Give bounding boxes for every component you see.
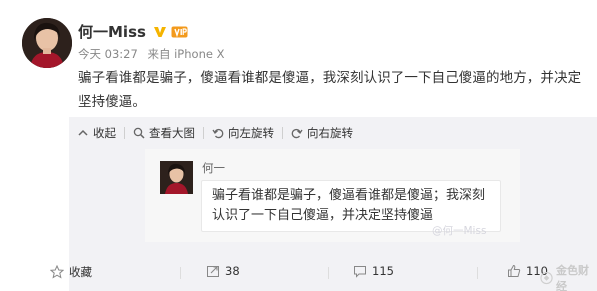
- vip-badge-icon[interactable]: [171, 25, 188, 39]
- post-time[interactable]: 今天 03:27: [78, 47, 138, 61]
- repost-icon: [207, 266, 219, 277]
- divider: [328, 267, 329, 279]
- repost-count: 38: [225, 264, 240, 278]
- post-source: 来自 iPhone X: [147, 47, 225, 61]
- divider: [282, 127, 283, 139]
- star-icon: [50, 265, 64, 279]
- brand-logo-icon: [540, 271, 553, 285]
- view-large-button[interactable]: 查看大图: [133, 125, 195, 141]
- thumbs-up-icon: [508, 264, 521, 277]
- post-text: 骗子看谁都是骗子，傻逼看谁都是傻逼，我深刻认识了一下自己傻逼的地方，并决定坚持傻…: [78, 70, 582, 110]
- collapse-label: 收起: [93, 126, 116, 140]
- post-meta: 今天 03:27 来自 iPhone X: [78, 46, 230, 62]
- media-toolbar: 收起 查看大图 向左旋转 向右旋转: [77, 125, 353, 141]
- divider: [477, 267, 478, 279]
- repost-button[interactable]: 38: [206, 264, 240, 278]
- rotate-right-label: 向右旋转: [307, 126, 353, 140]
- divider: [203, 127, 204, 139]
- author-name[interactable]: 何一Miss: [78, 21, 146, 42]
- view-large-label: 查看大图: [149, 126, 195, 140]
- comment-button[interactable]: 115: [353, 264, 394, 278]
- divider: [124, 127, 125, 139]
- card-name: 何一: [202, 161, 225, 175]
- rotate-right-icon: [291, 128, 303, 139]
- avatar[interactable]: [22, 18, 72, 68]
- brand-text: 金色财经: [556, 264, 590, 291]
- divider: [180, 267, 181, 279]
- rotate-left-icon: [212, 128, 224, 139]
- comment-count: 115: [372, 264, 394, 278]
- action-bar: 收藏 38 115 110 金色财经: [0, 258, 597, 291]
- favorite-button[interactable]: 收藏: [50, 264, 92, 280]
- collapse-button[interactable]: 收起: [77, 125, 116, 141]
- brand-watermark: 金色财经: [540, 262, 597, 291]
- collapse-icon: [78, 129, 88, 136]
- author-line: 何一Miss: [78, 21, 188, 42]
- comment-icon: [354, 266, 366, 278]
- zoom-icon: [133, 127, 145, 139]
- favorite-label: 收藏: [69, 265, 92, 279]
- rotate-left-label: 向左旋转: [228, 126, 274, 140]
- watermark: @何一Miss: [432, 225, 487, 237]
- verified-badge-icon: [153, 26, 166, 37]
- rotate-left-button[interactable]: 向左旋转: [212, 125, 274, 141]
- card-avatar: [160, 161, 193, 194]
- rotate-right-button[interactable]: 向右旋转: [291, 125, 353, 141]
